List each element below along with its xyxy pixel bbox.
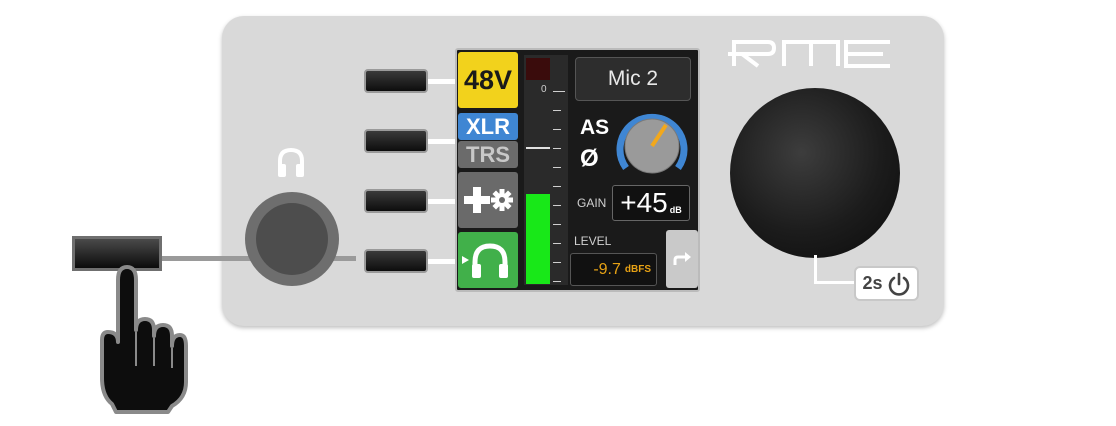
input-trs-label: TRS <box>466 141 510 167</box>
gain-label: GAIN <box>577 196 607 210</box>
input-select-hw-button[interactable] <box>364 129 428 153</box>
connector-line <box>428 79 458 84</box>
gain-unit: dB <box>669 205 682 215</box>
phantom-power-tile[interactable]: 48V <box>458 52 518 108</box>
meter-tick <box>553 186 561 187</box>
level-value: -9.7 <box>593 260 621 278</box>
connector-line <box>428 259 458 264</box>
settings-icon <box>464 187 513 213</box>
headphone-jack-socket <box>256 203 328 275</box>
meter-tick <box>553 205 561 206</box>
main-rotary-knob[interactable] <box>730 88 900 258</box>
gain-knob-indicator <box>616 113 688 174</box>
clip-indicator <box>526 58 550 80</box>
channel-name[interactable]: Mic 2 <box>575 57 691 101</box>
level-unit: dBFS <box>624 264 651 275</box>
settings-hw-button[interactable] <box>364 189 428 213</box>
meter-tick <box>553 243 561 244</box>
connector-line <box>814 281 856 284</box>
input-xlr-label: XLR <box>466 113 510 139</box>
phase-invert-icon: Ø <box>580 145 599 172</box>
gain-value: +45 <box>620 187 668 218</box>
connector-line <box>428 139 458 144</box>
headphones-icon <box>278 147 304 177</box>
rme-logo <box>728 40 890 68</box>
level-meter-fill <box>526 194 550 284</box>
power-hold-badge: 2s <box>854 266 919 301</box>
meter-scale <box>553 55 565 285</box>
pointing-hand-icon <box>100 265 188 414</box>
meter-tick <box>553 167 561 168</box>
level-display: -9.7 dBFS <box>570 253 657 286</box>
power-icon <box>888 272 909 296</box>
input-xlr-tile[interactable]: XLR <box>458 113 518 140</box>
input-trs-tile[interactable]: TRS <box>458 141 518 168</box>
meter-tick <box>553 91 565 92</box>
headphone-monitor-hw-button[interactable] <box>364 249 428 273</box>
back-button[interactable] <box>666 230 698 288</box>
back-arrow-icon <box>673 252 691 265</box>
meter-tick <box>553 129 561 130</box>
level-label: LEVEL <box>574 234 612 248</box>
channel-name-label: Mic 2 <box>607 67 659 90</box>
headphone-monitor-tile[interactable] <box>458 232 518 288</box>
connector-line <box>814 255 817 284</box>
connector-line <box>428 199 458 204</box>
power-hold-label: 2s <box>862 273 883 293</box>
meter-tick <box>553 110 561 111</box>
meter-peak-marker <box>526 147 550 149</box>
meter-tick <box>553 281 561 282</box>
meter-zero-label: 0 <box>541 84 547 95</box>
meter-tick <box>553 224 561 225</box>
settings-tile[interactable] <box>458 172 518 228</box>
meter-tick <box>553 148 561 149</box>
phantom-power-label: 48V <box>463 64 513 95</box>
gain-display: +45 dB <box>612 185 690 221</box>
meter-tick <box>553 262 561 263</box>
headphone-monitor-icon <box>462 243 508 278</box>
phantom-power-hw-button[interactable] <box>364 69 428 93</box>
autoset-label: AS <box>580 116 610 139</box>
